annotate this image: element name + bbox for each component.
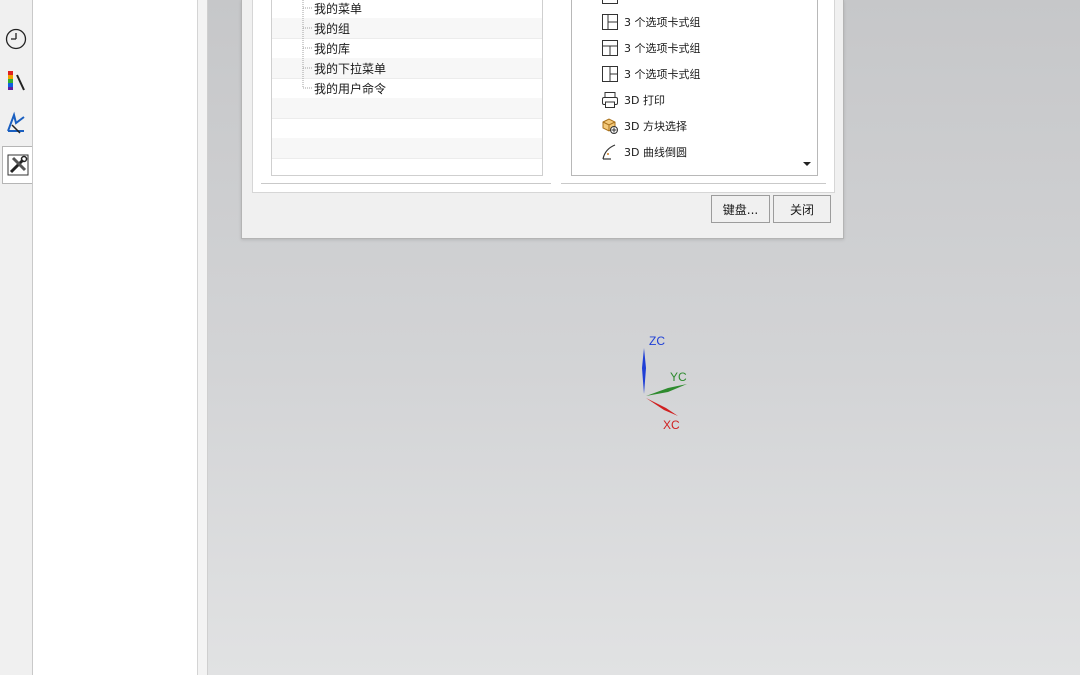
close-button[interactable]: 关闭 — [773, 195, 831, 223]
category-tree[interactable]: 我的菜单 我的组 我的库 我的下拉菜单 我的用户命令 — [271, 0, 543, 176]
yc-axis-label: YC — [670, 370, 687, 384]
tree-empty-row — [272, 98, 542, 119]
command-item[interactable] — [572, 0, 802, 8]
tree-item[interactable]: 我的下拉菜单 — [272, 58, 542, 79]
process-studio-tab[interactable] — [2, 106, 30, 140]
tree-empty-row — [272, 138, 542, 159]
zc-axis-label: ZC — [649, 334, 665, 348]
tree-connector-icon — [302, 38, 312, 58]
tree-item-label: 我的用户命令 — [314, 82, 387, 96]
command-item-partial[interactable]: … — [572, 164, 802, 175]
roles-tab[interactable] — [2, 146, 32, 184]
palette-tab[interactable] — [2, 64, 30, 98]
tree-item[interactable]: 我的菜单 — [272, 0, 542, 19]
navigator-splitter[interactable] — [198, 0, 208, 675]
layout-grid-b-icon — [602, 40, 618, 56]
tree-empty-row — [272, 158, 542, 178]
command-item[interactable]: 3D 打印 — [572, 86, 802, 112]
history-tab[interactable] — [2, 22, 30, 56]
tree-connector-icon — [302, 78, 312, 89]
navigator-panel — [33, 0, 198, 675]
tree-item[interactable]: 我的组 — [272, 18, 542, 39]
xc-axis-label: XC — [663, 418, 680, 432]
tree-connector-icon — [302, 18, 312, 38]
tree-item[interactable]: 我的用户命令 — [272, 78, 542, 99]
tree-item-label: 我的下拉菜单 — [314, 62, 387, 76]
tree-connector-icon — [302, 58, 312, 78]
tree-empty-row — [272, 118, 542, 139]
keyboard-button[interactable]: 键盘... — [711, 195, 770, 223]
layout-grid-a-icon — [602, 14, 618, 30]
wcs-triad — [642, 348, 687, 416]
cube-select-icon — [602, 118, 618, 134]
palette-icon — [8, 71, 25, 91]
command-item[interactable]: 3D 曲线倒圆 — [572, 138, 802, 164]
tools-icon — [7, 154, 28, 176]
tree-item-label: 我的组 — [314, 22, 351, 36]
command-item[interactable]: 3 个选项卡式组 — [572, 60, 802, 86]
command-label: 3D 打印 — [624, 94, 665, 107]
divider — [561, 183, 826, 184]
commands-page: 我的菜单 我的组 我的库 我的下拉菜单 我的用户命令 3 个选项卡式组 3 个选… — [252, 0, 835, 193]
tree-connector-icon — [302, 0, 312, 18]
clock-icon — [5, 28, 27, 50]
scroll-down-arrow-icon[interactable] — [802, 160, 812, 168]
curve-fillet-icon — [602, 144, 616, 160]
command-item[interactable]: 3 个选项卡式组 — [572, 34, 802, 60]
tree-item-label: 我的库 — [314, 42, 351, 56]
command-label: 3D 曲线倒圆 — [624, 146, 687, 159]
tree-item[interactable]: 我的库 — [272, 38, 542, 59]
command-item[interactable]: 3D 方块选择 — [572, 112, 802, 138]
command-label: 3 个选项卡式组 — [624, 16, 701, 29]
layout-grid-c-icon — [602, 66, 618, 82]
layout-grid-icon — [602, 0, 618, 4]
resource-bar — [0, 0, 33, 675]
tree-item-label: 我的菜单 — [314, 2, 363, 16]
command-list[interactable]: 3 个选项卡式组 3 个选项卡式组 3 个选项卡式组 3D 打印 3D 方块选择… — [571, 0, 818, 176]
command-item[interactable]: 3 个选项卡式组 — [572, 8, 802, 34]
command-label: 3D 方块选择 — [624, 120, 687, 133]
customize-dialog: 我的菜单 我的组 我的库 我的下拉菜单 我的用户命令 3 个选项卡式组 3 个选… — [241, 0, 844, 239]
printer-icon — [602, 92, 618, 108]
process-studio-icon — [7, 111, 25, 134]
divider — [261, 183, 551, 184]
command-label: 3 个选项卡式组 — [624, 68, 701, 81]
command-label: 3 个选项卡式组 — [624, 42, 701, 55]
